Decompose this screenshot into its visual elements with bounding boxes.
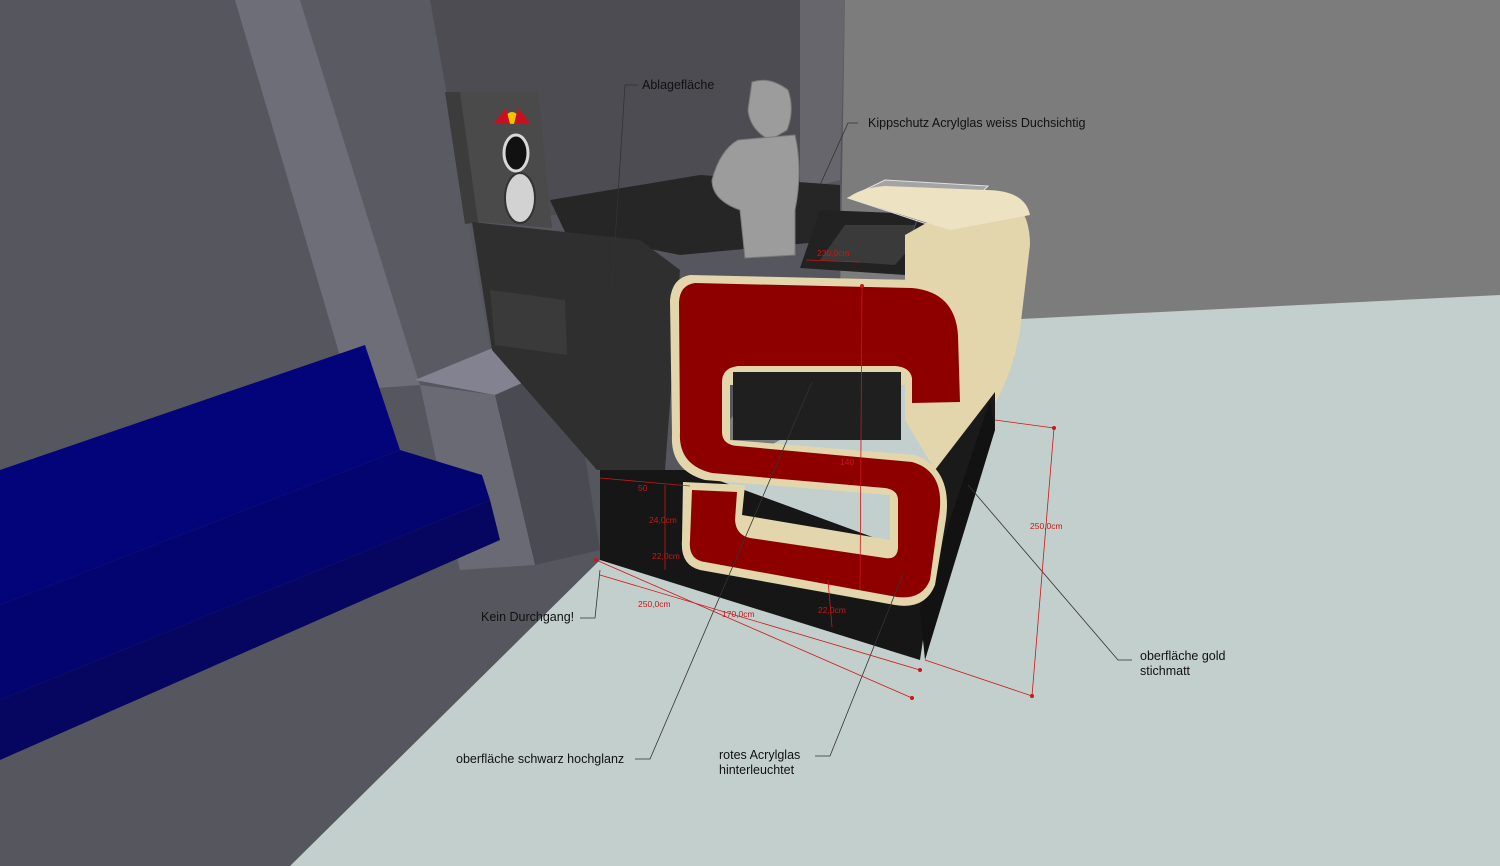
dimension-top-width: 230,0cm xyxy=(817,248,850,258)
annotation-rotes-acrylglas-line1: rotes Acrylglas xyxy=(719,748,801,762)
dimension-s-bottom-22: 22,0cm xyxy=(818,605,846,615)
speaker-tweeter xyxy=(502,133,530,173)
dj-booth-scene xyxy=(0,0,1500,866)
letter-s-window-top xyxy=(733,372,901,440)
dimension-side-250: 250,0cm xyxy=(1030,521,1063,531)
booth-back-shade xyxy=(490,290,567,355)
dimension-base-24: 24,0cm xyxy=(649,515,677,525)
column-right xyxy=(800,0,845,190)
annotation-rotes-acrylglas-line2: hinterleuchtet xyxy=(719,763,795,777)
dimension-height-s: 140 xyxy=(840,457,855,467)
dimension-depth-50: 50 xyxy=(638,483,648,493)
annotation-oberflaeche-gold-line1: oberfläche gold xyxy=(1140,649,1226,663)
annotation-kein-durchgang: Kein Durchgang! xyxy=(481,610,575,624)
annotation-oberflaeche-gold: oberfläche gold stichmatt xyxy=(1140,649,1225,679)
dimension-front-250: 250,0cm xyxy=(638,599,671,609)
dimension-front-170: 170,0cm xyxy=(722,609,755,619)
speaker-woofer xyxy=(504,172,536,224)
annotation-ablageflaeche: Ablagefläche xyxy=(642,78,715,92)
annotation-rotes-acrylglas: rotes Acrylglas hinterleuchtet xyxy=(719,748,800,778)
annotation-oberflaeche-schwarz: oberfläche schwarz hochglanz xyxy=(456,752,625,766)
dimension-base-22: 22,0cm xyxy=(652,551,680,561)
annotation-kippschutz: Kippschutz Acrylglas weiss Duchsichtig xyxy=(868,116,1086,130)
annotation-oberflaeche-gold-line2: stichmatt xyxy=(1140,664,1191,678)
